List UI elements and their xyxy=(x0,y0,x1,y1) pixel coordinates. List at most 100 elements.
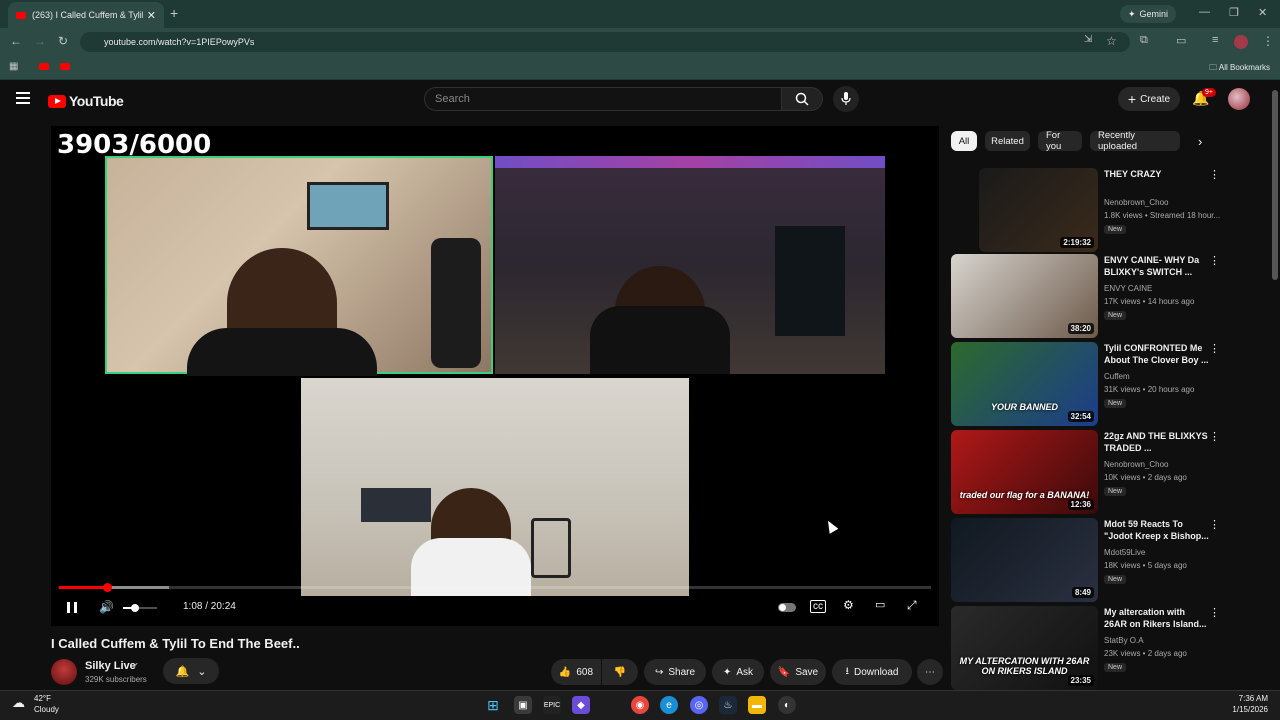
media-controls-icon[interactable]: ≡ xyxy=(1212,34,1218,46)
video-player[interactable]: 3903/6000 🔊 1:08 / 20:24 cc ⚙ ▭ ⤢ xyxy=(51,126,939,626)
more-options-icon[interactable]: ⋮ xyxy=(1209,518,1220,531)
save-button[interactable]: 🔖 Save xyxy=(770,659,826,685)
search-icon xyxy=(795,92,809,106)
task-view-icon[interactable]: ▣ xyxy=(514,696,532,714)
recommendation-title[interactable]: ENVY CAINE- WHY Da BLIXKY's SWITCH ... xyxy=(1104,254,1209,278)
recommendation-card[interactable]: MY ALTERCATION WITH 26AR ON RIKERS ISLAN… xyxy=(951,606,1223,690)
video-thumbnail[interactable]: YOUR BANNED 32:54 xyxy=(951,342,1098,426)
recommendation-title[interactable]: THEY CRAZY xyxy=(1104,168,1209,180)
recommendation-title[interactable]: Tylil CONFRONTED Me About The Clover Boy… xyxy=(1104,342,1209,366)
more-options-icon[interactable]: ⋮ xyxy=(1209,430,1220,443)
progress-bar[interactable] xyxy=(59,583,931,592)
extensions-icon[interactable]: ⧉ xyxy=(1140,34,1148,47)
gemini-button[interactable]: ✦ Gemini xyxy=(1120,5,1177,23)
window-close-icon[interactable]: ✕ xyxy=(1258,6,1267,19)
recommendation-card[interactable]: YOUR BANNED 32:54 Tylil CONFRONTED Me Ab… xyxy=(951,342,1223,426)
more-options-icon[interactable]: ⋮ xyxy=(1209,606,1220,619)
like-button[interactable]: 👍 608 xyxy=(551,659,601,685)
bookmark-youtube-icon[interactable] xyxy=(39,63,49,70)
share-button[interactable]: ↪ Share xyxy=(644,659,706,685)
pause-icon[interactable] xyxy=(67,602,77,613)
minimize-icon[interactable]: — xyxy=(1199,6,1210,18)
search-button[interactable] xyxy=(781,87,823,111)
video-thumbnail[interactable]: traded our flag for a BANANA! 12:36 xyxy=(951,430,1098,514)
chevron-right-icon[interactable]: › xyxy=(1198,134,1202,149)
search-input[interactable]: Search xyxy=(424,87,782,111)
channel-name[interactable]: Silky Live xyxy=(85,660,136,672)
recommendation-card[interactable]: traded our flag for a BANANA! 12:36 22gz… xyxy=(951,430,1223,514)
more-options-icon[interactable]: ⋮ xyxy=(1209,168,1220,181)
hamburger-menu-icon[interactable] xyxy=(16,92,30,104)
recommendation-channel[interactable]: Nenobrown_Choo xyxy=(1104,460,1169,469)
steam-icon[interactable]: ♨ xyxy=(719,696,737,714)
new-tab-button[interactable]: + xyxy=(170,5,178,21)
file-explorer-icon[interactable]: ▬ xyxy=(748,696,766,714)
chrome-menu-icon[interactable]: ⋮ xyxy=(1262,34,1274,48)
dislike-button[interactable]: 👎 xyxy=(602,659,638,685)
chip-recently-uploaded[interactable]: Recently uploaded xyxy=(1090,130,1180,152)
recommendation-channel[interactable]: Nenobrown_Choo xyxy=(1104,198,1169,207)
create-button[interactable]: + Create xyxy=(1118,87,1180,111)
bookmark-youtube-icon[interactable] xyxy=(60,63,70,70)
progress-scrubber[interactable] xyxy=(102,583,112,592)
account-avatar[interactable] xyxy=(1228,88,1250,110)
autoplay-toggle[interactable] xyxy=(778,603,796,612)
recommendation-title[interactable]: Mdot 59 Reacts To "Jodot Kreep x Bishop.… xyxy=(1104,518,1209,542)
recommendation-title[interactable]: My altercation with 26AR on Rikers Islan… xyxy=(1104,606,1209,630)
page-scrollbar[interactable] xyxy=(1272,90,1278,280)
recommendation-meta: 31K views • 20 hours ago xyxy=(1104,385,1195,394)
more-options-icon[interactable]: ⋮ xyxy=(1209,342,1220,355)
cloud-weather-icon[interactable]: ☁ xyxy=(12,695,25,711)
recommendation-channel[interactable]: ENVY CAINE xyxy=(1104,284,1152,293)
recommendation-card[interactable]: 8:49 Mdot 59 Reacts To "Jodot Kreep x Bi… xyxy=(951,518,1223,602)
volume-slider[interactable] xyxy=(123,604,157,612)
chip-for-you[interactable]: For you xyxy=(1038,130,1082,152)
address-bar[interactable]: youtube.com/watch?v=1PIEPowyPVs xyxy=(80,32,1130,52)
recommendation-card[interactable]: 2:19:32 THEY CRAZY Nenobrown_Choo 1.8K v… xyxy=(951,168,1223,252)
channel-avatar[interactable] xyxy=(51,659,77,685)
profile-avatar[interactable] xyxy=(1234,35,1248,49)
all-bookmarks-button[interactable]: 🗀 All Bookmarks xyxy=(1209,62,1270,76)
volume-icon[interactable]: 🔊 xyxy=(99,600,114,614)
back-icon[interactable]: ← xyxy=(10,34,22,48)
tab-close-icon[interactable]: ✕ xyxy=(147,9,156,22)
video-thumbnail[interactable]: 8:49 xyxy=(951,518,1098,602)
recommendation-title[interactable]: 22gz AND THE BLIXKYS TRADED ... xyxy=(1104,430,1209,454)
install-icon[interactable]: ⇲ xyxy=(1084,34,1092,45)
more-options-icon[interactable]: ⋮ xyxy=(1209,254,1220,267)
edge-icon[interactable]: e xyxy=(660,696,678,714)
download-button[interactable]: ⭳ Download xyxy=(832,659,912,685)
windows-start-icon[interactable]: ⊞ xyxy=(484,696,502,714)
chrome-icon[interactable]: ◉ xyxy=(631,696,649,714)
reload-icon[interactable]: ↻ xyxy=(58,34,68,48)
app-icon[interactable]: ◐ xyxy=(778,696,796,714)
video-thumbnail[interactable]: MY ALTERCATION WITH 26AR ON RIKERS ISLAN… xyxy=(951,606,1098,690)
settings-gear-icon[interactable]: ⚙ xyxy=(843,598,854,612)
more-actions-icon[interactable]: ⋯ xyxy=(917,659,943,685)
maximize-icon[interactable]: ❐ xyxy=(1229,6,1239,19)
forward-icon[interactable]: → xyxy=(34,34,46,48)
recommendation-channel[interactable]: Mdot59Live xyxy=(1104,548,1145,557)
captions-icon[interactable]: cc xyxy=(810,600,826,613)
recommendation-channel[interactable]: StatBy O.A xyxy=(1104,636,1144,645)
video-thumbnail[interactable]: 38:20 xyxy=(951,254,1098,338)
cast-icon[interactable]: ▭ xyxy=(1176,34,1186,47)
epic-games-icon[interactable]: EPIC xyxy=(543,696,561,714)
chip-all[interactable]: All xyxy=(951,131,977,151)
recommendation-card[interactable]: 38:20 ENVY CAINE- WHY Da BLIXKY's SWITCH… xyxy=(951,254,1223,338)
ask-button[interactable]: ✦ Ask xyxy=(712,659,764,685)
youtube-logo[interactable]: YouTube xyxy=(48,93,124,109)
bookmark-star-icon[interactable]: ☆ xyxy=(1106,34,1117,48)
subscribed-notifications-button[interactable]: 🔔 ⌄ xyxy=(163,658,219,684)
chip-related[interactable]: Related xyxy=(985,131,1030,151)
discord-icon[interactable]: ◎ xyxy=(690,696,708,714)
recommendation-channel[interactable]: Cuffem xyxy=(1104,372,1130,381)
miniplayer-icon[interactable]: ▭ xyxy=(875,598,885,611)
fullscreen-icon[interactable]: ⤢ xyxy=(907,598,917,613)
browser-tab[interactable]: (263) I Called Cuffem & Tylil ✕ xyxy=(8,2,164,28)
copilot-icon[interactable]: ◆ xyxy=(572,696,590,714)
voice-search-button[interactable] xyxy=(833,86,859,112)
volume-knob[interactable] xyxy=(130,604,139,612)
video-thumbnail[interactable]: 2:19:32 xyxy=(979,168,1098,252)
apps-grid-icon[interactable]: ▦ xyxy=(9,61,18,72)
